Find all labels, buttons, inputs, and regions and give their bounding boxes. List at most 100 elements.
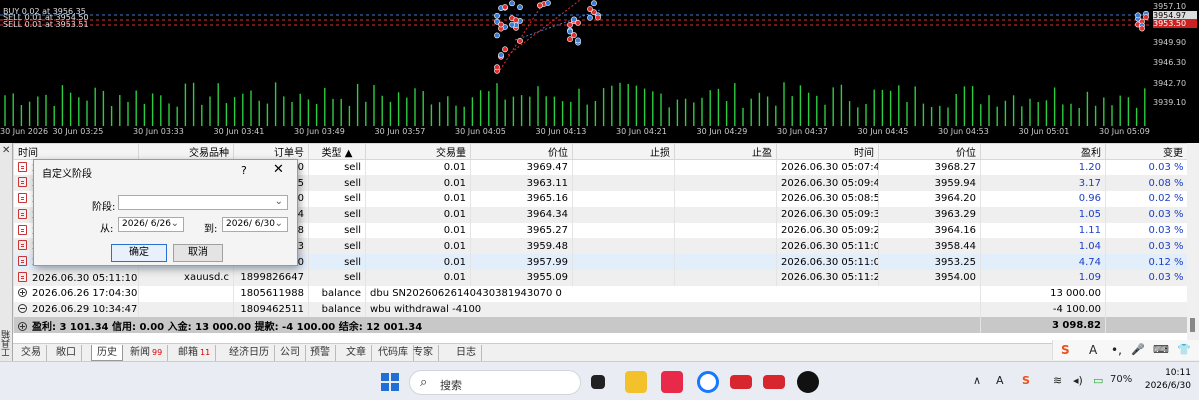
column-header[interactable]: 止盈 bbox=[674, 143, 777, 160]
price-axis-label: 3953.50 bbox=[1153, 19, 1197, 28]
scrollbar-thumb[interactable] bbox=[1190, 318, 1195, 332]
cancel-button[interactable]: 取消 bbox=[173, 244, 223, 262]
column-header[interactable]: 交易品种 bbox=[138, 143, 234, 160]
column-header[interactable]: 盈利 bbox=[980, 143, 1106, 160]
search-placeholder: 搜索 bbox=[440, 379, 462, 392]
cell-price: 3965.27 bbox=[526, 225, 568, 237]
close-icon[interactable]: ✕ bbox=[273, 162, 284, 177]
app-icon-blue[interactable] bbox=[697, 371, 719, 393]
column-header[interactable]: 订单号 bbox=[233, 143, 309, 160]
price-chart[interactable]: BUY 0.02 at 3956.35 SELL 0.01 at 3954.50… bbox=[0, 0, 1199, 143]
ime-toolbar: S A •, 🎤 ⌨ 👕 bbox=[1052, 340, 1199, 360]
volume-icon[interactable]: ◂) bbox=[1073, 374, 1083, 387]
mt5-icon[interactable] bbox=[763, 375, 785, 389]
trade-marker bbox=[591, 0, 597, 7]
column-header[interactable]: 时间 bbox=[13, 143, 139, 160]
cell-price: 3957.99 bbox=[526, 256, 568, 268]
cell-type: balance bbox=[308, 285, 366, 302]
cell-volume: 0.01 bbox=[443, 256, 466, 268]
collapse-icon[interactable] bbox=[18, 304, 27, 314]
column-header[interactable]: 价位 bbox=[470, 143, 573, 160]
column-header[interactable]: 止损 bbox=[572, 143, 675, 160]
column-header[interactable]: 时间 bbox=[776, 143, 879, 160]
system-clock[interactable]: 10:11 2026/6/30 bbox=[1139, 367, 1191, 393]
cell-profit: 1.11 bbox=[1078, 225, 1101, 237]
sogou-logo-icon[interactable]: S bbox=[1061, 343, 1070, 357]
to-date-picker[interactable]: 2026/ 6/30 ⌄ bbox=[222, 217, 288, 232]
tab-label: 日志 bbox=[456, 347, 476, 358]
file-explorer-icon[interactable] bbox=[625, 371, 647, 393]
cell-change: 0.03 % bbox=[1148, 240, 1184, 252]
time-axis-label: 30 Jun 03:25 bbox=[52, 127, 104, 136]
tab-11[interactable]: 专家 bbox=[408, 345, 439, 361]
cell-ctime: 2026.06.30 05:11:20 bbox=[781, 272, 879, 284]
punctuation-icon[interactable]: •, bbox=[1111, 343, 1122, 357]
app-icon-red[interactable] bbox=[661, 371, 683, 393]
input-mode-icon[interactable]: A bbox=[996, 374, 1004, 387]
tab-3[interactable]: 历史 bbox=[91, 345, 123, 361]
windows-start-icon[interactable] bbox=[381, 373, 399, 391]
tab-9[interactable]: 文章 bbox=[341, 345, 372, 361]
skin-icon[interactable]: 👕 bbox=[1177, 343, 1191, 356]
tab-12[interactable]: 日志 bbox=[451, 345, 482, 361]
balance-row[interactable]: 2026.06.26 17:04:30 1805611988 balance dbu … bbox=[13, 285, 1188, 302]
cell-price: 3963.11 bbox=[526, 177, 568, 189]
ok-button[interactable]: 确定 bbox=[111, 244, 167, 262]
table-row[interactable]: 2026.06.30 05:11:10 xauusd.c 1899826647 sel… bbox=[13, 270, 1188, 286]
tray-expand-icon[interactable]: ∧ bbox=[973, 374, 981, 387]
ime-mode-icon[interactable]: A bbox=[1089, 343, 1097, 357]
tab-5[interactable]: 邮箱 11 bbox=[173, 345, 217, 361]
cell-type: sell bbox=[344, 256, 361, 268]
cell-ctime: 2026.06.30 05:09:26 bbox=[781, 225, 879, 237]
column-header[interactable]: 类型 ▲ bbox=[308, 143, 366, 160]
tab-8[interactable]: 预警 bbox=[305, 345, 336, 361]
order-icon bbox=[18, 161, 27, 172]
cell-change: 0.03 % bbox=[1148, 209, 1184, 221]
cell-volume: 0.01 bbox=[443, 240, 466, 252]
cell-type: sell bbox=[344, 209, 361, 221]
trade-marker bbox=[587, 14, 593, 21]
order-icon bbox=[18, 224, 27, 235]
expand-icon[interactable] bbox=[18, 321, 27, 331]
column-header[interactable]: 交易量 bbox=[365, 143, 471, 160]
time-axis-label: 30 Jun 03:57 bbox=[374, 127, 426, 136]
time-axis-label: 30 Jun 03:33 bbox=[133, 127, 184, 136]
taskbar-search[interactable]: ⌕ 搜索 bbox=[409, 370, 581, 395]
cell-price: 3965.16 bbox=[526, 193, 568, 205]
trade-marker bbox=[509, 0, 515, 7]
cell-type: sell bbox=[344, 240, 361, 252]
mt5-icon[interactable] bbox=[730, 375, 752, 389]
column-header[interactable]: 价位 bbox=[878, 143, 981, 160]
clock-time: 10:11 bbox=[1165, 368, 1191, 378]
sogou-tray-icon[interactable]: S bbox=[1022, 374, 1030, 387]
trade-marker bbox=[494, 12, 500, 19]
to-date-value: 2026/ 6/30 bbox=[226, 219, 276, 229]
cell-type: sell bbox=[344, 162, 361, 174]
close-icon[interactable]: ✕ bbox=[2, 145, 10, 156]
qq-icon[interactable] bbox=[797, 371, 819, 393]
cell-symbol: xauusd.c bbox=[184, 272, 229, 284]
help-icon[interactable]: ? bbox=[241, 164, 247, 177]
price-axis-label: 3942.70 bbox=[1153, 79, 1187, 88]
tab-1[interactable]: 交易 bbox=[16, 345, 47, 361]
tab-2[interactable]: 敞口 bbox=[51, 345, 82, 361]
tab-6[interactable]: 经济日历 bbox=[224, 345, 275, 361]
trade-marker bbox=[502, 46, 508, 53]
vertical-scrollbar[interactable] bbox=[1187, 143, 1199, 343]
tab-4[interactable]: 新闻 99 bbox=[125, 345, 169, 361]
period-select[interactable]: ⌄ bbox=[118, 195, 288, 210]
expand-icon[interactable] bbox=[18, 288, 27, 298]
task-view-icon[interactable] bbox=[591, 375, 605, 389]
microphone-icon[interactable]: 🎤 bbox=[1131, 343, 1145, 356]
time-axis-label: 30 Jun 04:45 bbox=[857, 127, 909, 136]
keyboard-icon[interactable]: ⌨ bbox=[1153, 343, 1169, 356]
balance-row[interactable]: 2026.06.29 10:34:47 1809462511 balance wbu … bbox=[13, 301, 1188, 318]
cell-comment: dbu SN20260626140430381943070 0 bbox=[365, 285, 981, 302]
battery-icon[interactable]: ▭ bbox=[1093, 374, 1103, 387]
trade-marker bbox=[595, 14, 601, 21]
from-date-picker[interactable]: 2026/ 6/26 ⌄ bbox=[118, 217, 184, 232]
time-axis-label: 30 Jun 04:05 bbox=[455, 127, 506, 136]
tab-7[interactable]: 公司 bbox=[275, 345, 306, 361]
column-header[interactable]: 变更 bbox=[1105, 143, 1188, 160]
wifi-icon[interactable]: ≋ bbox=[1053, 374, 1062, 387]
